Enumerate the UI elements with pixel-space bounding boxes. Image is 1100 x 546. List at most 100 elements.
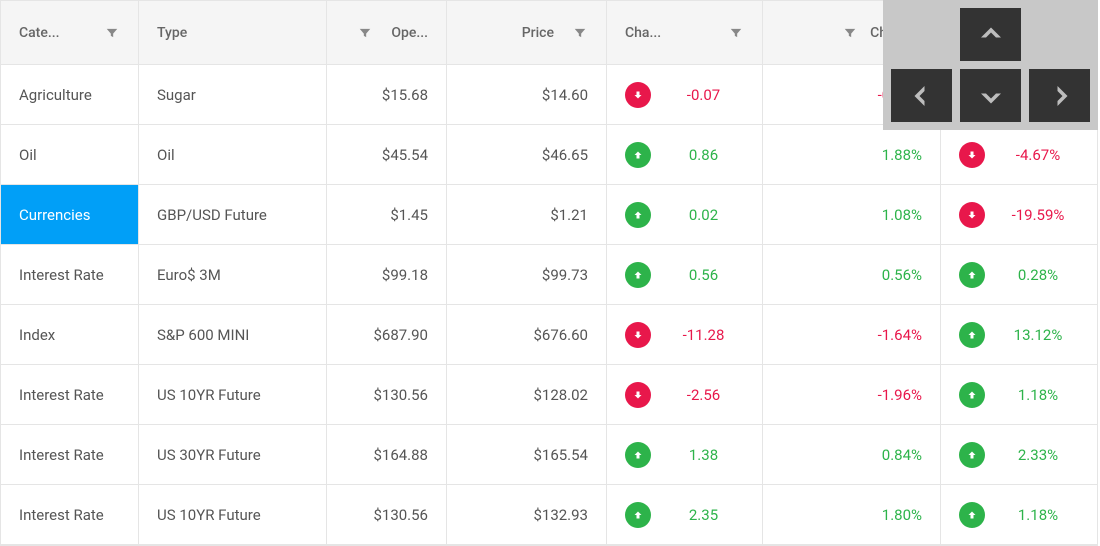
cell-open[interactable]: $15.68 (327, 65, 447, 124)
cell-change[interactable]: 2.35 (607, 485, 763, 544)
arrow-up-icon (625, 502, 651, 528)
nav-down-button[interactable] (960, 69, 1021, 122)
cell-category[interactable]: Agriculture (1, 65, 139, 124)
filter-icon[interactable] (572, 25, 588, 41)
arrow-down-icon (959, 202, 985, 228)
change-pct-value: -1.64% (781, 326, 922, 344)
change-pct-value: 0.56% (781, 266, 922, 284)
cell-change[interactable]: 0.56 (607, 245, 763, 304)
table-row[interactable]: Currencies GBP/USD Future$1.45$1.210.02 1.… (1, 185, 1097, 245)
cell-change[interactable]: 0.02 (607, 185, 763, 244)
cell-change-pct[interactable]: 1.88% (763, 125, 941, 184)
cell-text: $132.93 (465, 506, 588, 524)
cell-type[interactable]: US 10YR Future (139, 365, 327, 424)
cell-text: Currencies (19, 206, 91, 224)
cell-price[interactable]: $1.21 (447, 185, 607, 244)
cell-open[interactable]: $130.56 (327, 365, 447, 424)
cell-text: $130.56 (345, 386, 428, 404)
cell-change-pct[interactable]: 0.84% (763, 425, 941, 484)
cell-text: $14.60 (465, 86, 588, 104)
change-pct-value: 1.08% (781, 206, 922, 224)
cell-category[interactable]: Oil (1, 125, 139, 184)
cell-category[interactable]: Interest Rate (1, 425, 139, 484)
cell-ytd[interactable]: 2.33% (941, 425, 1097, 484)
cell-type[interactable]: Sugar (139, 65, 327, 124)
cell-price[interactable]: $14.60 (447, 65, 607, 124)
cell-type[interactable]: GBP/USD Future (139, 185, 327, 244)
cell-change[interactable]: 0.86 (607, 125, 763, 184)
cell-text: $99.73 (465, 266, 588, 284)
table-row[interactable]: Interest RateEuro$ 3M$99.18 $99.73 0.56 0.5… (1, 245, 1097, 305)
cell-price[interactable]: $128.02 (447, 365, 607, 424)
cell-text: Interest Rate (19, 446, 104, 464)
cell-price[interactable]: $99.73 (447, 245, 607, 304)
column-label: Type (157, 25, 308, 41)
change-pct-value: 0.84% (781, 446, 922, 464)
cell-change[interactable]: -2.56 (607, 365, 763, 424)
cell-ytd[interactable]: -19.59% (941, 185, 1097, 244)
column-label: Cate... (19, 25, 60, 41)
cell-open[interactable]: $99.18 (327, 245, 447, 304)
cell-change[interactable]: 1.38 (607, 425, 763, 484)
cell-ytd[interactable]: -4.67% (941, 125, 1097, 184)
cell-change-pct[interactable]: -1.64% (763, 305, 941, 364)
column-header-type[interactable]: Type (139, 1, 327, 64)
cell-open[interactable]: $687.90 (327, 305, 447, 364)
cell-ytd[interactable]: 1.18% (941, 485, 1097, 544)
cell-price[interactable]: $165.54 (447, 425, 607, 484)
cell-category[interactable]: Index (1, 305, 139, 364)
table-row[interactable]: Interest Rate US 30YR Future$164.88$165.5… (1, 425, 1097, 485)
cell-type[interactable]: US 30YR Future (139, 425, 327, 484)
cell-open[interactable]: $130.56 (327, 485, 447, 544)
table-row[interactable]: Index S&P 600 MINI$687.90$676.60-11.28 -1.… (1, 305, 1097, 365)
change-value: 1.38 (663, 446, 744, 464)
cell-text: Oil (157, 146, 175, 164)
cell-change-pct[interactable]: 1.08% (763, 185, 941, 244)
cell-text: Index (19, 326, 55, 344)
cell-text: Oil (19, 146, 37, 164)
cell-change[interactable]: -0.07 (607, 65, 763, 124)
cell-type[interactable]: Oil (139, 125, 327, 184)
cell-category[interactable]: Interest Rate (1, 365, 139, 424)
column-header-category[interactable]: Cate... (1, 1, 139, 64)
cell-text: Interest Rate (19, 506, 104, 524)
cell-ytd[interactable]: 1.18% (941, 365, 1097, 424)
table-row[interactable]: Oil Oil $45.54$46.650.861.88%-4.67% (1, 125, 1097, 185)
cell-text: Agriculture (19, 86, 92, 104)
cell-price[interactable]: $132.93 (447, 485, 607, 544)
cell-open[interactable]: $1.45 (327, 185, 447, 244)
nav-up-button[interactable] (960, 8, 1021, 61)
cell-price[interactable]: $676.60 (447, 305, 607, 364)
column-header-change[interactable]: Cha... (607, 1, 763, 64)
cell-change[interactable]: -11.28 (607, 305, 763, 364)
cell-category[interactable]: Currencies (1, 185, 139, 244)
filter-icon[interactable] (728, 25, 744, 41)
cell-price[interactable]: $46.65 (447, 125, 607, 184)
cell-text: $130.56 (345, 506, 428, 524)
nav-left-button[interactable] (891, 69, 952, 122)
cell-change-pct[interactable]: 0.56% (763, 245, 941, 304)
cell-type[interactable]: Euro$ 3M (139, 245, 327, 304)
cell-category[interactable]: Interest Rate (1, 485, 139, 544)
navigator-pad (883, 0, 1098, 130)
cell-ytd[interactable]: 0.28% (941, 245, 1097, 304)
cell-change-pct[interactable]: 1.80% (763, 485, 941, 544)
cell-type[interactable]: US 10YR Future (139, 485, 327, 544)
cell-change-pct[interactable]: -1.96% (763, 365, 941, 424)
cell-ytd[interactable]: 13.12% (941, 305, 1097, 364)
filter-icon[interactable] (842, 25, 858, 41)
change-value: -0.07 (663, 86, 744, 104)
cell-text: Interest Rate (19, 386, 104, 404)
column-header-price[interactable]: Price (447, 1, 607, 64)
nav-right-button[interactable] (1029, 69, 1090, 122)
cell-open[interactable]: $45.54 (327, 125, 447, 184)
cell-category[interactable]: Interest Rate (1, 245, 139, 304)
change-value: 2.35 (663, 506, 744, 524)
column-header-open[interactable]: Ope... (327, 1, 447, 64)
table-row[interactable]: Interest Rate US 10YR Future $130.56 $128.0… (1, 365, 1097, 425)
filter-icon[interactable] (104, 25, 120, 41)
cell-open[interactable]: $164.88 (327, 425, 447, 484)
cell-type[interactable]: S&P 600 MINI (139, 305, 327, 364)
table-row[interactable]: Interest Rate US 10YR Future $130.56 $132.9… (1, 485, 1097, 545)
filter-icon[interactable] (357, 25, 373, 41)
